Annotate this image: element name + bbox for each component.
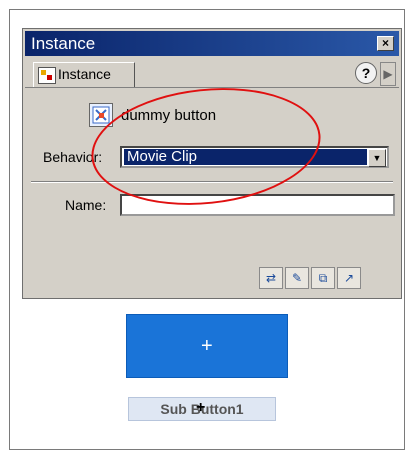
tab-bar: Instance ? ▶ bbox=[25, 57, 399, 88]
instance-icon bbox=[38, 67, 56, 84]
help-button[interactable]: ? bbox=[355, 62, 377, 84]
edit-icon[interactable]: ✎ bbox=[285, 267, 309, 289]
divider bbox=[31, 181, 393, 183]
symbol-name: dummy button bbox=[121, 107, 217, 124]
behavior-value: Movie Clip bbox=[124, 149, 367, 165]
registration-point: + bbox=[201, 335, 213, 357]
instance-panel: Instance × Instance ? ▶ dummy button Beh… bbox=[22, 28, 402, 299]
duplicate-icon[interactable]: ⧉ bbox=[311, 267, 335, 289]
name-label: Name: bbox=[65, 197, 107, 213]
tab-instance[interactable]: Instance bbox=[33, 62, 135, 87]
behavior-select[interactable]: Movie Clip ▼ bbox=[120, 146, 389, 168]
panel-title: Instance bbox=[31, 34, 96, 53]
swap-symbol-icon[interactable]: ⇄ bbox=[259, 267, 283, 289]
cursor-crosshair: + bbox=[196, 399, 206, 416]
stage-blue-button[interactable]: + bbox=[126, 314, 288, 378]
close-button[interactable]: × bbox=[377, 36, 394, 51]
behavior-label: Behavior: bbox=[43, 149, 103, 165]
button-symbol-icon bbox=[89, 103, 113, 127]
expand-icon[interactable]: ↗ bbox=[337, 267, 361, 289]
chevron-down-icon[interactable]: ▼ bbox=[368, 149, 386, 167]
title-bar[interactable]: Instance × bbox=[25, 31, 399, 56]
tab-label: Instance bbox=[58, 66, 111, 82]
name-input[interactable] bbox=[120, 194, 395, 216]
panel-menu-arrow[interactable]: ▶ bbox=[380, 62, 396, 86]
